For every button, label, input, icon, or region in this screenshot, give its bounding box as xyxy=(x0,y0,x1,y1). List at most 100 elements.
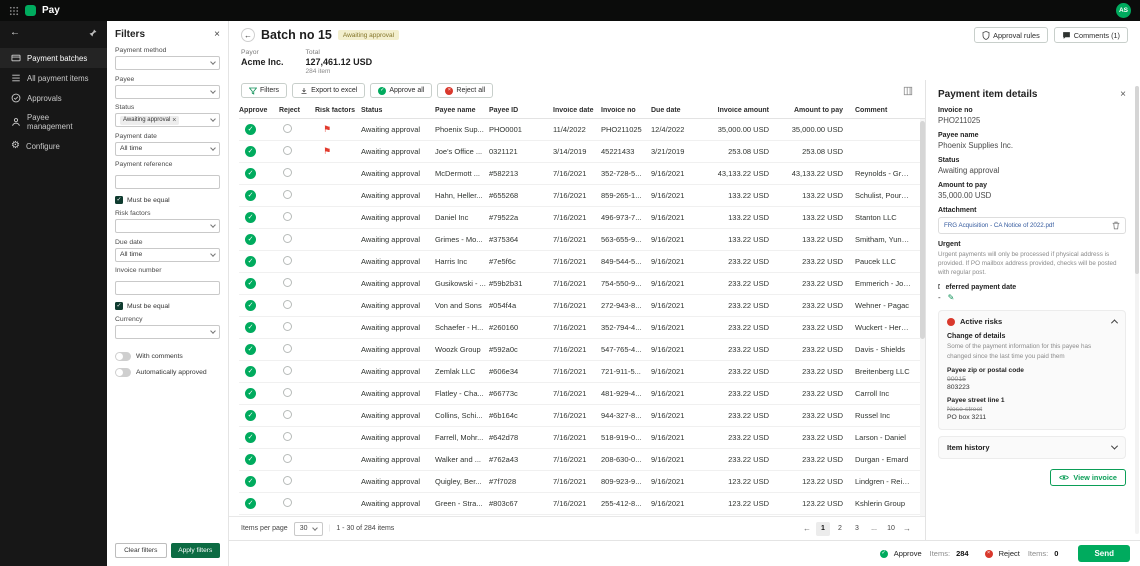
payee-select[interactable] xyxy=(115,84,220,99)
table-row[interactable]: ✓ ⚑ Awaiting approval Collins, Schi... #… xyxy=(239,405,925,427)
app-launcher-icon[interactable] xyxy=(9,6,19,16)
sidebar-item-payment-batches[interactable]: Payment batches xyxy=(0,48,107,68)
approve-check-icon[interactable]: ✓ xyxy=(245,476,256,487)
edit-icon[interactable]: ✎ xyxy=(948,293,955,302)
approval-rules-button[interactable]: Approval rules xyxy=(974,27,1048,43)
reject-radio[interactable] xyxy=(283,168,292,177)
active-risks-header[interactable]: Active risks xyxy=(939,311,1125,332)
attachment-name[interactable]: FRG Acquisition - CA Notice of 2022.pdf xyxy=(944,222,1054,229)
approve-check-icon[interactable]: ✓ xyxy=(245,344,256,355)
approve-check-icon[interactable]: ✓ xyxy=(245,388,256,399)
table-row[interactable]: ✓ ⚑ Awaiting approval Hahn, Heller... #6… xyxy=(239,185,925,207)
invoice-number-input[interactable] xyxy=(115,280,220,295)
automatically-approved-toggle[interactable] xyxy=(115,367,131,377)
close-details-icon[interactable]: × xyxy=(1120,89,1126,100)
pin-icon[interactable] xyxy=(89,29,97,37)
table-row[interactable]: ✓ ⚑ Awaiting approval Phoenix Sup... PHO… xyxy=(239,119,925,141)
reject-radio[interactable] xyxy=(283,498,292,507)
approve-check-icon[interactable]: ✓ xyxy=(245,234,256,245)
approve-check-icon[interactable]: ✓ xyxy=(245,212,256,223)
reject-radio[interactable] xyxy=(283,410,292,419)
approve-check-icon[interactable]: ✓ xyxy=(245,300,256,311)
page-button-1[interactable]: 1 xyxy=(816,521,830,536)
reject-radio[interactable] xyxy=(283,388,292,397)
table-row[interactable]: ✓ ⚑ Awaiting approval Green - Stra... #8… xyxy=(239,493,925,515)
approve-check-icon[interactable]: ✓ xyxy=(245,322,256,333)
table-row[interactable]: ✓ ⚑ Awaiting approval Grimes - Mo... #37… xyxy=(239,229,925,251)
sidebar-item-payee-management[interactable]: Payee management xyxy=(0,108,107,136)
column-settings-icon[interactable] xyxy=(903,86,913,96)
table-row[interactable]: ✓ ⚑ Awaiting approval McDermott ... #582… xyxy=(239,163,925,185)
risk-factors-select[interactable] xyxy=(115,219,220,233)
status-chip[interactable]: Awaiting approval × xyxy=(120,115,180,125)
reject-radio[interactable] xyxy=(283,190,292,199)
approve-check-icon[interactable]: ✓ xyxy=(245,256,256,267)
table-row[interactable]: ✓ ⚑ Awaiting approval Gusikowski - ... #… xyxy=(239,273,925,295)
sidebar-item-configure[interactable]: ⚙ Configure xyxy=(0,136,107,156)
reject-radio[interactable] xyxy=(283,300,292,309)
approve-all-button[interactable]: ✓ Approve all xyxy=(370,83,433,98)
approve-check-icon[interactable]: ✓ xyxy=(245,498,256,509)
nav-collapse-icon[interactable]: ← xyxy=(10,28,20,38)
approve-check-icon[interactable]: ✓ xyxy=(245,432,256,443)
view-invoice-button[interactable]: View invoice xyxy=(1050,468,1126,486)
sidebar-item-all-payment-items[interactable]: All payment items xyxy=(0,68,107,88)
reject-radio[interactable] xyxy=(283,234,292,243)
reject-radio[interactable] xyxy=(283,366,292,375)
approve-check-icon[interactable]: ✓ xyxy=(245,410,256,421)
sidebar-item-approvals[interactable]: Approvals xyxy=(0,88,107,108)
page-button-3[interactable]: 3 xyxy=(850,522,864,536)
table-row[interactable]: ✓ ⚑ Awaiting approval Quigley, Ber... #7… xyxy=(239,471,925,493)
table-row[interactable]: ✓ ⚑ Awaiting approval Schaefer - H... #2… xyxy=(239,317,925,339)
filters-button[interactable]: Filters xyxy=(241,83,288,98)
approve-check-icon[interactable]: ✓ xyxy=(245,168,256,179)
item-history-card[interactable]: Item history xyxy=(938,435,1126,459)
reject-radio[interactable] xyxy=(283,124,292,133)
chip-remove-icon[interactable]: × xyxy=(172,117,176,124)
apply-filters-button[interactable]: Apply filters xyxy=(170,543,220,558)
reject-radio[interactable] xyxy=(283,322,292,331)
table-row[interactable]: ✓ ⚑ Awaiting approval Daniel Inc #79522a… xyxy=(239,207,925,229)
with-comments-toggle[interactable] xyxy=(115,351,131,361)
reject-radio[interactable] xyxy=(283,146,292,155)
table-row[interactable]: ✓ ⚑ Awaiting approval Woozk Group #592a0… xyxy=(239,339,925,361)
approve-check-icon[interactable]: ✓ xyxy=(245,124,256,135)
must-be-equal-checkbox-1[interactable]: ✓ xyxy=(115,196,123,204)
reject-radio[interactable] xyxy=(283,256,292,265)
approve-check-icon[interactable]: ✓ xyxy=(245,278,256,289)
table-row[interactable]: ✓ ⚑ Awaiting approval Flatley - Cha... #… xyxy=(239,383,925,405)
trash-icon[interactable] xyxy=(1112,221,1120,230)
approve-check-icon[interactable]: ✓ xyxy=(245,190,256,201)
reject-all-button[interactable]: × Reject all xyxy=(437,83,494,98)
reject-radio[interactable] xyxy=(283,432,292,441)
due-date-select[interactable]: All time xyxy=(115,247,220,262)
reject-radio[interactable] xyxy=(283,476,292,485)
prev-page-icon[interactable]: ← xyxy=(801,524,813,533)
send-button[interactable]: Send xyxy=(1078,545,1130,562)
approve-check-icon[interactable]: ✓ xyxy=(245,454,256,465)
table-row[interactable]: ✓ ⚑ Awaiting approval Harris Inc #7e5f6c… xyxy=(239,251,925,273)
user-avatar[interactable]: AS xyxy=(1116,3,1131,18)
table-row[interactable]: ✓ ⚑ Awaiting approval Von and Sons #054f… xyxy=(239,295,925,317)
attachment-chip[interactable]: FRG Acquisition - CA Notice of 2022.pdf xyxy=(938,217,1126,234)
close-filters-icon[interactable]: × xyxy=(214,29,220,40)
items-per-page-select[interactable]: 30 xyxy=(293,521,323,536)
table-row[interactable]: ✓ ⚑ Awaiting approval Zemlak LLC #606e34… xyxy=(239,361,925,383)
must-be-equal-checkbox-2[interactable]: ✓ xyxy=(115,302,123,310)
table-row[interactable]: ✓ ⚑ Awaiting approval Farrell, Mohr... #… xyxy=(239,427,925,449)
comments-button[interactable]: Comments (1) xyxy=(1053,27,1128,43)
table-row[interactable]: ✓ ⚑ Awaiting approval Walker and ... #76… xyxy=(239,449,925,471)
reject-radio[interactable] xyxy=(283,344,292,353)
export-to-excel-button[interactable]: Export to excel xyxy=(292,83,366,98)
reject-radio[interactable] xyxy=(283,278,292,287)
approve-check-icon[interactable]: ✓ xyxy=(245,366,256,377)
page-button-10[interactable]: 10 xyxy=(884,522,898,536)
table-row[interactable]: ✓ ⚑ Awaiting approval Joe's Office ... 0… xyxy=(239,141,925,163)
payment-date-select[interactable]: All time xyxy=(115,141,220,156)
next-page-icon[interactable]: → xyxy=(901,524,913,533)
currency-select[interactable] xyxy=(115,325,220,339)
reject-radio[interactable] xyxy=(283,454,292,463)
status-select[interactable]: Awaiting approval × xyxy=(115,113,220,127)
approve-check-icon[interactable]: ✓ xyxy=(245,146,256,157)
payment-reference-input[interactable] xyxy=(115,174,220,189)
